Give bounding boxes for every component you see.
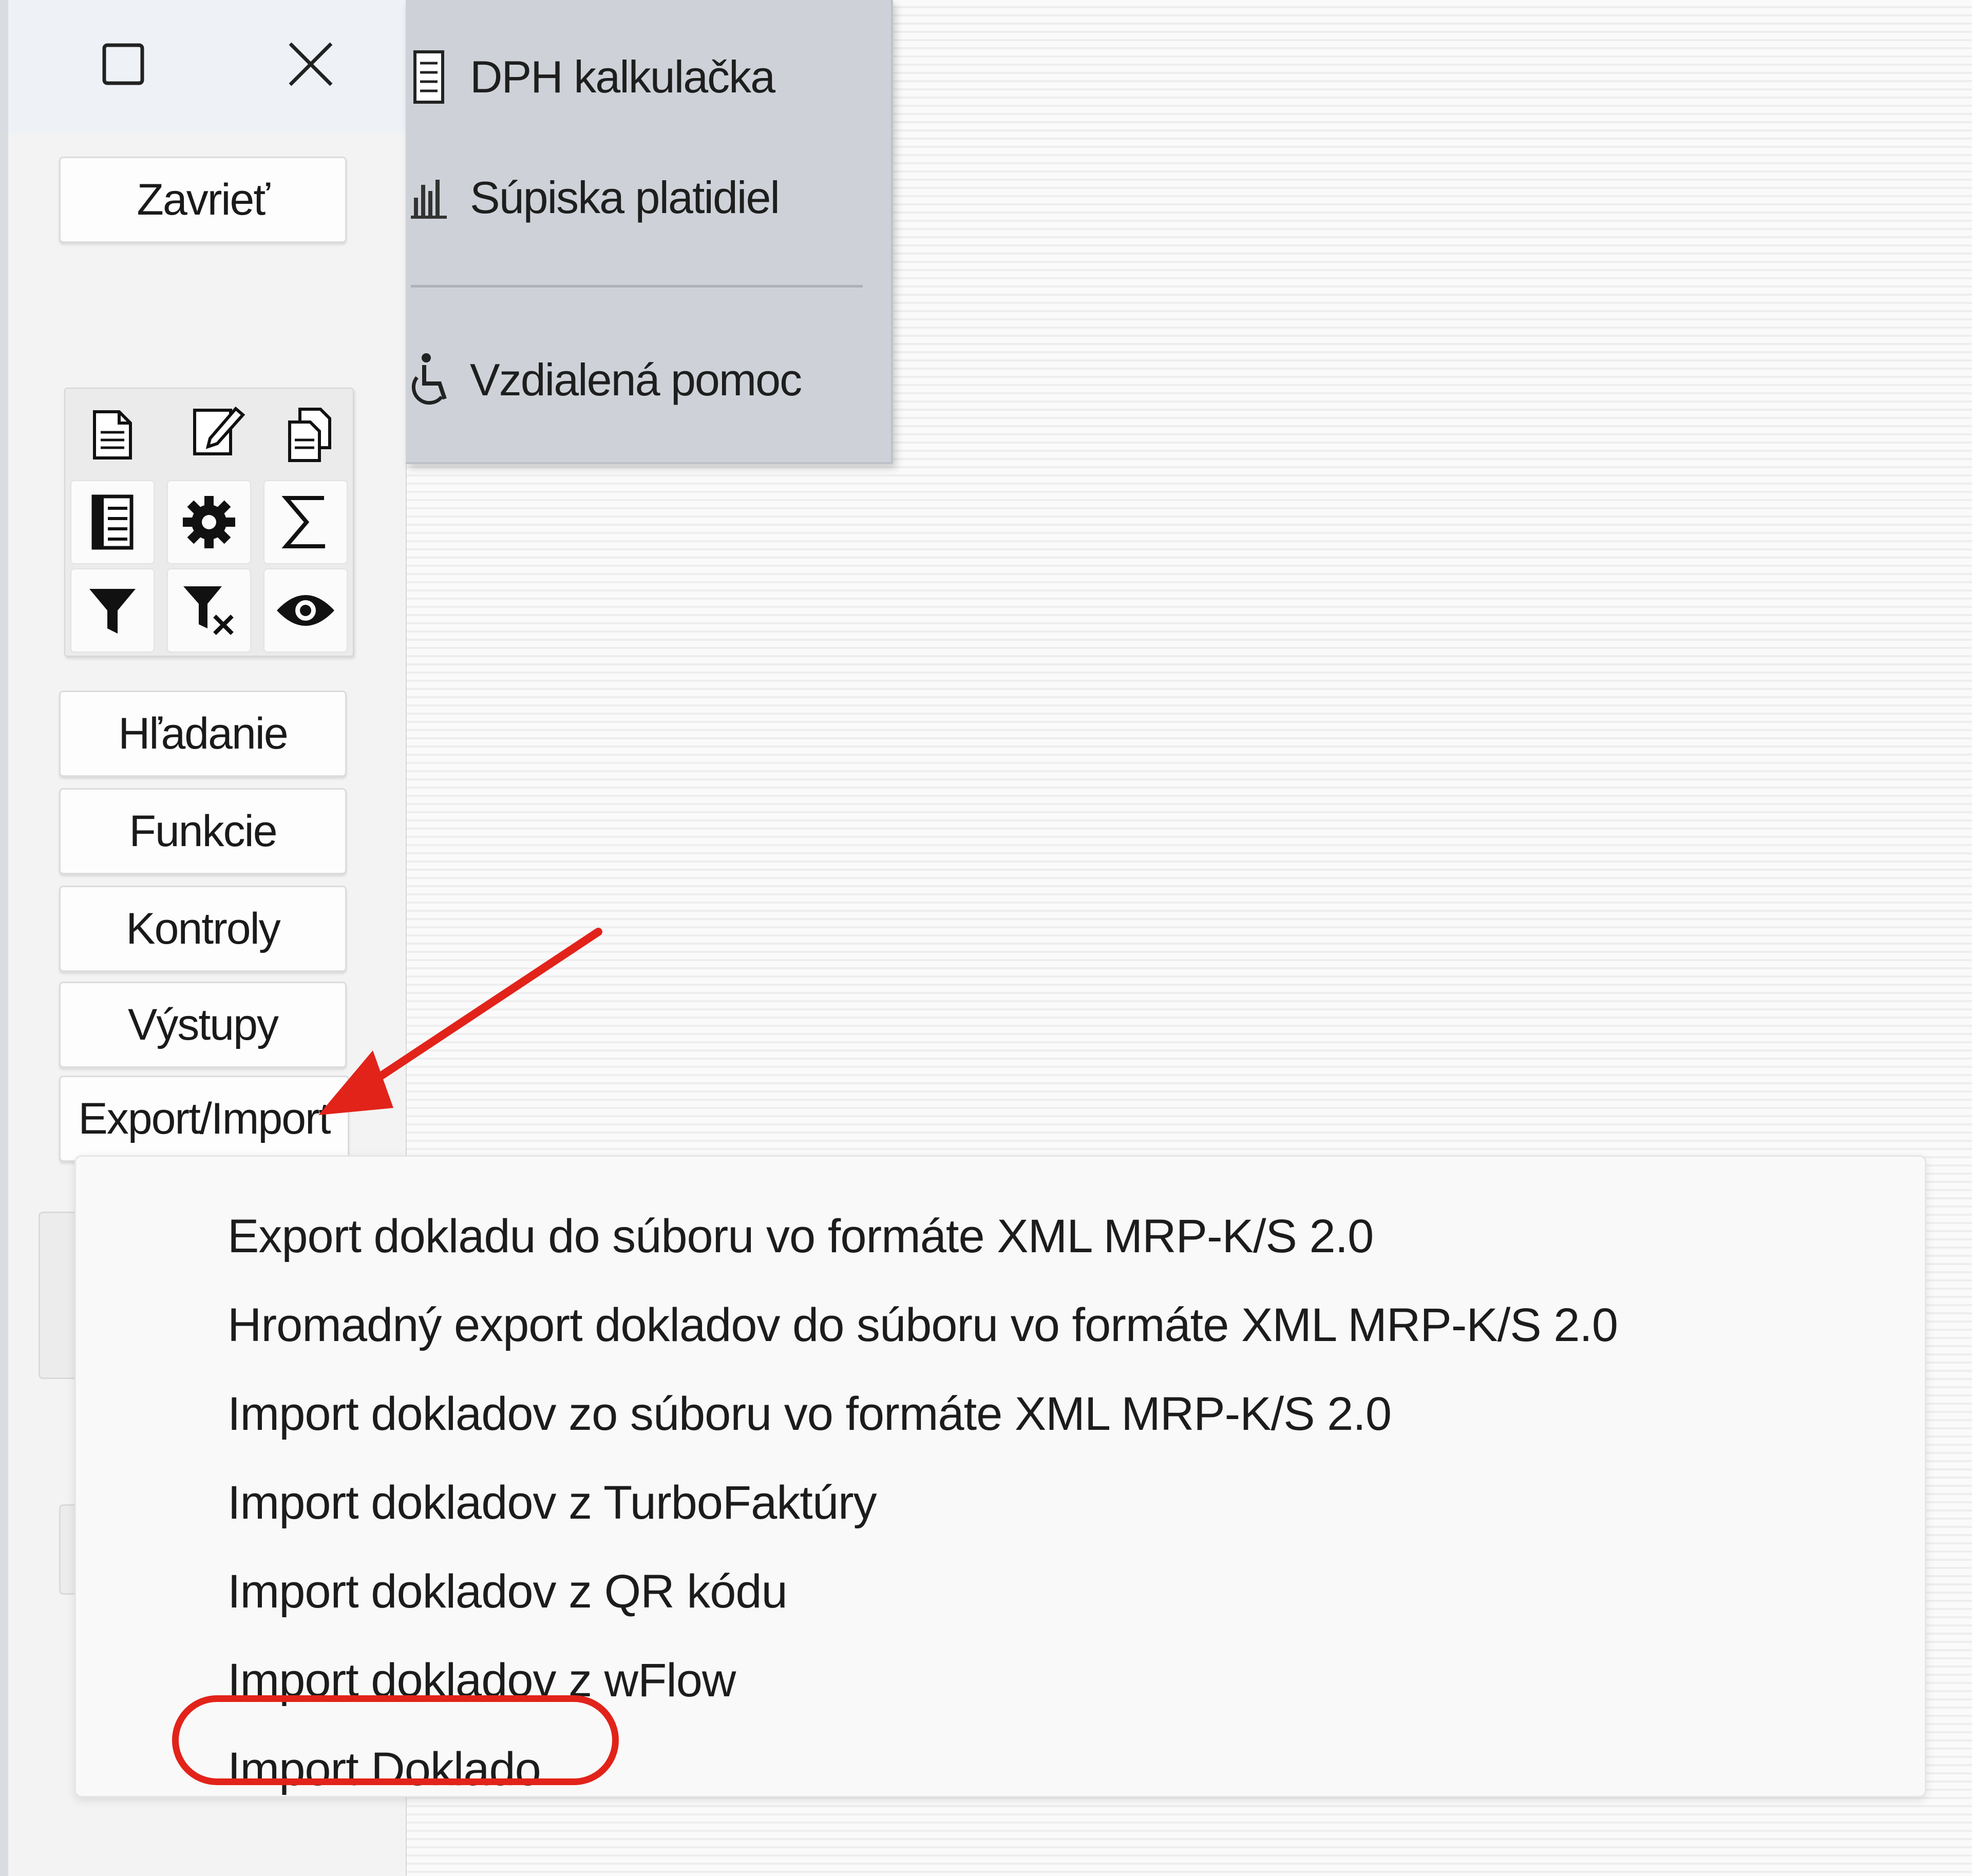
menu-item-bulk-export-xml[interactable]: Hromadný export dokladov do súboru vo fo… xyxy=(227,1287,1618,1364)
menu-item-import-qr[interactable]: Import dokladov z QR kódu xyxy=(227,1553,788,1630)
view-button[interactable] xyxy=(263,568,348,653)
menu-item-remote-help[interactable]: Vzdialená pomoc xyxy=(406,329,891,431)
copy-document-button[interactable] xyxy=(268,393,352,477)
calculator-icon xyxy=(406,46,452,108)
list-icon xyxy=(91,494,134,550)
settings-button[interactable] xyxy=(167,480,251,564)
menu-item-import-turbofaktury[interactable]: Import dokladov z TurboFaktúry xyxy=(227,1464,877,1541)
accessibility-icon xyxy=(406,349,452,411)
menu-item-payment-list[interactable]: Súpiska platidiel xyxy=(406,146,891,249)
close-x-icon xyxy=(289,42,333,86)
edit-document-icon xyxy=(193,406,245,455)
new-document-icon xyxy=(93,410,132,460)
menu-separator xyxy=(411,285,863,288)
filter-icon xyxy=(89,589,136,634)
copy-document-icon xyxy=(288,408,331,462)
clear-filter-icon xyxy=(183,586,234,635)
menu-item-label: Súpiska platidiel xyxy=(470,172,780,223)
icon-toolbar xyxy=(64,388,354,657)
functions-button[interactable]: Funkcie xyxy=(59,788,347,874)
settings-gear-icon xyxy=(183,496,235,548)
search-button[interactable]: Hľadanie xyxy=(59,691,347,777)
filter-button[interactable] xyxy=(70,568,155,653)
window-edge xyxy=(0,0,8,1876)
menu-item-import-xml[interactable]: Import dokladov zo súboru vo formáte XML… xyxy=(227,1375,1392,1452)
maximize-button[interactable] xyxy=(90,31,157,98)
sum-sigma-icon xyxy=(281,496,325,548)
new-document-button[interactable] xyxy=(70,393,155,477)
outputs-button[interactable]: Výstupy xyxy=(59,982,347,1068)
menu-item-export-document-xml[interactable]: Export dokladu do súboru vo formáte XML … xyxy=(227,1198,1374,1275)
highlight-circle-annotation xyxy=(172,1695,619,1785)
checks-button[interactable]: Kontroly xyxy=(59,886,347,972)
sum-button[interactable] xyxy=(263,480,348,564)
top-dropdown-menu: DPH kalkulačka Súpiska platidiel Vzdiale… xyxy=(406,0,893,464)
edit-document-button[interactable] xyxy=(181,389,255,473)
close-window-button[interactable] xyxy=(277,31,344,98)
title-bar xyxy=(0,0,406,133)
close-button[interactable]: Zavrieť xyxy=(59,157,347,243)
menu-item-vat-calculator[interactable]: DPH kalkulačka xyxy=(406,26,891,128)
view-eye-icon xyxy=(277,595,334,626)
bar-chart-icon xyxy=(406,167,452,228)
maximize-square-icon xyxy=(102,43,144,85)
menu-item-label: Vzdialená pomoc xyxy=(470,354,802,405)
export-import-button[interactable]: Export/Import xyxy=(59,1076,349,1162)
list-button[interactable] xyxy=(70,480,155,564)
clear-filter-button[interactable] xyxy=(167,568,251,653)
menu-item-label: DPH kalkulačka xyxy=(470,51,775,102)
